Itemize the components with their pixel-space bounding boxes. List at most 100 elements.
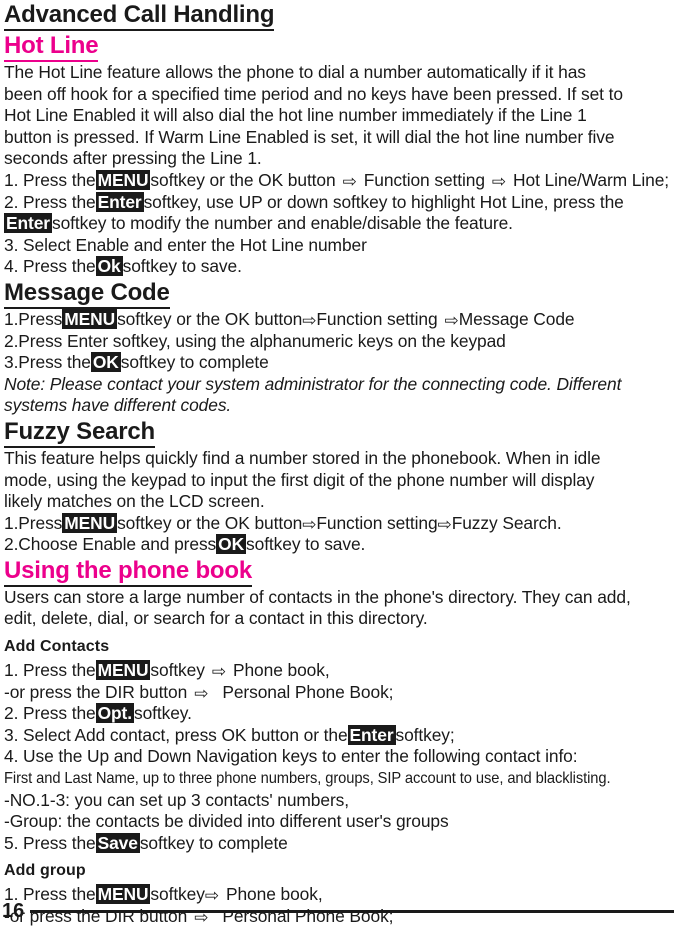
message-code-step-1-target-1: Function setting (316, 308, 438, 329)
add-contacts-step-5-prefix: 5. Press the (4, 832, 96, 853)
fuzzy-search-step-2-suffix: softkey to save. (246, 534, 366, 555)
add-contacts-step-1-alt-prefix: -or press the DIR button (4, 681, 188, 702)
message-code-step-1-prefix: 1.Press (4, 308, 63, 329)
fuzzy-search-step-2-prefix: 2.Choose Enable and press (4, 534, 217, 555)
subsection-heading-add-contacts: Add Contacts (4, 638, 110, 656)
fuzzy-search-paragraph-line-1: This feature helps quickly find a number… (4, 447, 601, 468)
add-contacts-step-1: 1. Press the MENU softkey ⇨ Phone book, (4, 660, 670, 682)
opt-softkey-badge[interactable]: Opt. (95, 703, 134, 724)
hot-line-step-2-prefix: 2. Press the (4, 191, 96, 212)
hot-line-step-2-continued-text: softkey to modify the number and enable/… (51, 213, 513, 234)
hot-line-paragraph-line-2: been off hook for a specified time perio… (4, 83, 623, 104)
ok-softkey-badge[interactable]: OK (216, 534, 247, 555)
hot-line-paragraph-line-1: The Hot Line feature allows the phone to… (4, 62, 586, 82)
section-heading-using-the-phone-book: Using the phone book (4, 556, 670, 587)
add-contacts-step-1-prefix: 1. Press the (4, 660, 96, 681)
hot-line-paragraph-line-4: button is pressed. If Warm Line Enabled … (4, 126, 615, 147)
hot-line-step-1-target-1: Function setting (363, 169, 485, 190)
chapter-title-text: Advanced Call Handling (4, 2, 275, 31)
manual-page: Advanced Call Handling Hot Line The Hot … (0, 0, 676, 926)
section-heading-message-code-text: Message Code (4, 279, 170, 309)
hot-line-paragraph-line-3: Hot Line Enabled it will also dial the h… (4, 105, 587, 126)
add-contacts-step-1-mid: softkey (150, 660, 205, 681)
hot-line-step-4-suffix: softkey to save. (122, 256, 242, 277)
hot-line-step-1-mid: softkey or the OK button (150, 169, 336, 190)
section-heading-using-the-phone-book-text: Using the phone book (4, 557, 252, 587)
chapter-title: Advanced Call Handling (4, 0, 670, 31)
add-contacts-step-4: 4. Use the Up and Down Navigation keys t… (4, 746, 578, 767)
add-contacts-step-4-group: -Group: the contacts be divided into dif… (4, 811, 449, 832)
right-arrow-icon: ⇨ (342, 171, 357, 191)
right-arrow-icon: ⇨ (211, 662, 226, 682)
section-heading-hot-line: Hot Line (4, 31, 670, 62)
page-footer: 16 (0, 898, 676, 924)
hot-line-step-2-continued: Enter softkey to modify the number and en… (4, 213, 670, 235)
right-arrow-icon: ⇨ (444, 310, 459, 330)
phone-book-paragraph-line-1: Users can store a large number of contac… (4, 586, 631, 607)
add-contacts-step-1-target: Phone book, (232, 660, 330, 681)
hot-line-step-4: 4. Press the Ok softkey to save. (4, 256, 670, 278)
enter-softkey-badge[interactable]: Enter (4, 213, 52, 234)
fuzzy-search-step-1-target-2: Fuzzy Search. (451, 512, 562, 533)
hot-line-step-3: 3. Select Enable and enter the Hot Line … (4, 234, 367, 255)
add-contacts-step-5: 5. Press the Save softkey to complete (4, 832, 670, 855)
fuzzy-search-step-2: 2.Choose Enable and press OK softkey to sa… (4, 534, 670, 556)
message-code-note-line-2: systems have different codes. (4, 395, 232, 416)
section-heading-fuzzy-search: Fuzzy Search (4, 417, 670, 448)
message-code-step-3-prefix: 3.Press the (4, 352, 91, 373)
hot-line-paragraph-line-5: seconds after pressing the Line 1. (4, 148, 262, 169)
right-arrow-icon: ⇨ (302, 514, 317, 534)
subsection-heading-add-group: Add group (4, 862, 86, 880)
add-contacts-step-1-alt: -or press the DIR button ⇨ Personal Phone … (4, 682, 670, 704)
add-contacts-step-2-suffix: softkey. (133, 703, 192, 724)
message-code-step-2: 2.Press Enter softkey, using the alphanu… (4, 330, 506, 351)
fuzzy-search-step-1-mid: softkey or the OK button (117, 512, 303, 533)
add-contacts-step-4-numbers: -NO.1-3: you can set up 3 contacts' numb… (4, 789, 349, 810)
right-arrow-icon: ⇨ (491, 171, 507, 191)
fuzzy-search-paragraph-line-3: likely matches on the LCD screen. (4, 491, 265, 512)
message-code-step-1: 1.Press MENU softkey or the OK button⇨Func… (4, 308, 670, 331)
hot-line-step-2-body: softkey, use UP or down softkey to highl… (143, 191, 624, 212)
hot-line-step-4-prefix: 4. Press the (4, 256, 96, 277)
hot-line-step-1: 1. Press the MENU softkey or the OK button… (4, 169, 670, 192)
fuzzy-search-step-1-prefix: 1.Press (4, 512, 63, 533)
add-contacts-step-1-alt-target: Personal Phone Book; (222, 681, 394, 702)
hot-line-step-2: 2. Press the Enter softkey, use UP or down… (4, 191, 670, 214)
menu-softkey-badge[interactable]: MENU (62, 308, 118, 329)
menu-softkey-badge[interactable]: MENU (62, 512, 118, 533)
menu-softkey-badge[interactable]: MENU (95, 169, 151, 190)
page-number: 16 (2, 900, 25, 922)
section-heading-fuzzy-search-text: Fuzzy Search (4, 418, 155, 448)
add-contacts-step-2-prefix: 2. Press the (4, 703, 96, 724)
section-heading-hot-line-text: Hot Line (4, 33, 99, 62)
message-code-step-1-target-2: Message Code (458, 308, 575, 329)
ok-softkey-badge[interactable]: Ok (95, 256, 123, 277)
hot-line-step-1-prefix: 1. Press the (4, 169, 96, 190)
hot-line-step-1-target-2: Hot Line/Warm Line; (513, 169, 670, 190)
fuzzy-search-step-1-target-1: Function setting (316, 512, 438, 533)
ok-softkey-badge[interactable]: OK (90, 352, 121, 373)
fuzzy-search-paragraph-line-2: mode, using the keypad to input the firs… (4, 469, 595, 490)
add-contacts-step-4-detail: First and Last Name, up to three phone n… (4, 770, 611, 788)
add-contacts-step-3-suffix: softkey; (395, 724, 455, 745)
phone-book-paragraph-line-2: edit, delete, dial, or search for a cont… (4, 608, 428, 629)
fuzzy-search-step-1: 1.Press MENU softkey or the OK button⇨Func… (4, 512, 670, 535)
enter-softkey-badge[interactable]: Enter (95, 191, 144, 212)
message-code-note-line-1: Note: Please contact your system adminis… (4, 373, 622, 394)
section-heading-message-code: Message Code (4, 278, 670, 309)
footer-rule (30, 909, 674, 913)
right-arrow-icon: ⇨ (302, 310, 317, 330)
right-arrow-icon: ⇨ (437, 514, 452, 534)
add-contacts-step-3-prefix: 3. Select Add contact, press OK button o… (4, 724, 348, 745)
add-contacts-step-2: 2. Press the Opt. softkey. (4, 703, 670, 725)
add-contacts-step-3: 3. Select Add contact, press OK button o… (4, 724, 670, 747)
add-contacts-step-5-suffix: softkey to complete (139, 832, 288, 853)
enter-softkey-badge[interactable]: Enter (347, 724, 396, 745)
save-softkey-badge[interactable]: Save (95, 832, 140, 853)
message-code-step-1-mid: softkey or the OK button (117, 308, 303, 329)
right-arrow-icon: ⇨ (194, 683, 209, 703)
menu-softkey-badge[interactable]: MENU (95, 660, 151, 681)
message-code-step-3-suffix: softkey to complete (120, 352, 269, 373)
